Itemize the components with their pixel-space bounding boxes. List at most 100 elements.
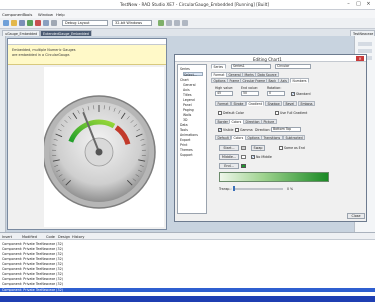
tab-colors-options[interactable]: Options xyxy=(245,135,262,140)
tab-colors-default[interactable]: Default xyxy=(215,135,232,140)
maximize-icon[interactable]: □ xyxy=(354,1,363,8)
tab-code[interactable]: Code xyxy=(46,235,55,239)
tab-style-stroke[interactable]: Stroke xyxy=(231,101,246,106)
platform-combo[interactable]: 32-bit Windows xyxy=(112,20,152,26)
gauge-hub xyxy=(95,148,103,156)
same-as-end-checkbox[interactable] xyxy=(279,146,283,150)
close-icon[interactable]: × xyxy=(364,1,373,8)
tree-item[interactable]: 3D xyxy=(183,118,187,122)
menu-tools[interactable]: Tools xyxy=(23,12,32,17)
tab-numbers[interactable]: Numbers xyxy=(290,78,310,83)
end-color-button[interactable]: End... xyxy=(219,163,239,169)
options-icon[interactable] xyxy=(166,20,172,26)
message-line: Component: Private TeeNew.exe (32) xyxy=(2,247,63,251)
tab-history[interactable]: History xyxy=(72,235,84,239)
form-notice: Embedded, multiple Numeric Gauges are em… xyxy=(8,45,166,65)
step-icon[interactable] xyxy=(43,20,49,26)
tab-options[interactable]: Options xyxy=(211,78,228,83)
editing-chart-dialog: Editing Chart1 × Series Select... Chart … xyxy=(174,54,367,222)
tree-item[interactable]: Print xyxy=(180,143,187,147)
select-button[interactable]: Select... xyxy=(183,72,203,77)
editor-tree: Series Select... Chart General Axis Titl… xyxy=(177,64,207,214)
dialog-close-icon[interactable]: × xyxy=(356,55,364,61)
save-icon[interactable] xyxy=(19,20,25,26)
middle-color-button[interactable]: Middle... xyxy=(219,154,239,160)
minimize-icon[interactable]: – xyxy=(344,1,353,8)
tab-colors-colors[interactable]: Colors xyxy=(231,135,246,140)
standard-checkbox[interactable] xyxy=(291,91,295,96)
pause-icon[interactable] xyxy=(51,20,57,26)
no-middle-checkbox[interactable] xyxy=(251,154,255,159)
tab-style-gradient[interactable]: Gradient xyxy=(246,101,265,106)
menu-component[interactable]: Component xyxy=(2,12,24,17)
no-middle-label: No Middle xyxy=(256,155,272,159)
tab-colors[interactable]: Colors xyxy=(229,119,244,124)
tab-data-source[interactable]: Data Source xyxy=(255,72,279,77)
tree-item[interactable]: Data xyxy=(180,123,188,127)
project-item[interactable] xyxy=(358,49,372,53)
new-icon[interactable] xyxy=(3,20,9,26)
rotation-field[interactable]: 0 xyxy=(267,91,285,96)
close-button[interactable]: Close xyxy=(347,213,365,219)
tab-colors-transitions[interactable]: Transitions xyxy=(261,135,283,140)
tab-style-shadow[interactable]: Shadow xyxy=(265,101,283,106)
start-color-button[interactable]: Start... xyxy=(219,145,239,151)
tab-circular-frame[interactable]: Circular Frame xyxy=(240,78,268,83)
tab-design[interactable]: Design xyxy=(58,235,70,239)
tab-axis[interactable]: Axis xyxy=(278,78,290,83)
gamma-checkbox[interactable] xyxy=(235,128,239,132)
tree-item[interactable]: Walls xyxy=(183,113,191,117)
tab-style-bevel[interactable]: Bevel xyxy=(283,101,297,106)
transparency-slider-thumb[interactable] xyxy=(233,186,235,191)
high-value-field[interactable]: 45 xyxy=(215,91,233,96)
menu-help[interactable]: Help xyxy=(56,12,65,17)
rotation-label: Rotation: xyxy=(267,86,282,90)
standard-label: Standard xyxy=(296,92,311,96)
tab-modified[interactable]: Modified xyxy=(22,235,37,239)
tree-item[interactable]: Chart xyxy=(180,78,189,82)
use-full-gradient-checkbox[interactable] xyxy=(275,111,279,115)
default-color-checkbox[interactable] xyxy=(218,111,222,115)
tab-back[interactable]: Back xyxy=(266,78,279,83)
end-value-field[interactable]: 50 xyxy=(241,91,259,96)
tree-item[interactable]: Export xyxy=(180,138,190,142)
tree-item[interactable]: Themes xyxy=(180,148,193,152)
tree-item[interactable]: Series xyxy=(180,67,190,71)
transparency-slider[interactable] xyxy=(233,188,283,190)
middle-color-swatch xyxy=(241,155,246,159)
message-line: Component: Private TeeNew.exe (32) xyxy=(2,262,63,266)
series-combo[interactable]: Series1 xyxy=(231,64,271,69)
tab-direction[interactable]: Direction xyxy=(243,119,262,124)
swap-button[interactable]: Swap xyxy=(251,145,265,151)
project-item[interactable] xyxy=(358,42,372,46)
menu-window[interactable]: Window xyxy=(38,12,53,17)
open-icon[interactable] xyxy=(11,20,17,26)
message-line-selected[interactable]: Component: Private TeeNew.exe (32) xyxy=(0,288,375,292)
visible-checkbox[interactable] xyxy=(218,127,222,132)
tree-item[interactable]: Titles xyxy=(183,93,192,97)
tab-format[interactable]: Format xyxy=(211,72,227,77)
tab-insert[interactable]: Insert xyxy=(2,235,12,239)
layout-combo[interactable]: Debug Layout xyxy=(62,20,108,26)
direction-combo[interactable]: Bottom Top xyxy=(271,127,301,132)
deploy-icon[interactable] xyxy=(174,20,180,26)
debug-icon[interactable] xyxy=(158,20,164,26)
tree-item[interactable]: Support xyxy=(180,153,193,157)
tab-general[interactable]: General xyxy=(226,72,244,77)
tree-item[interactable]: General xyxy=(183,83,196,87)
tab-colors-subtracted[interactable]: Subtracted xyxy=(283,135,306,140)
tab-series-top[interactable]: Series xyxy=(211,64,226,69)
tab-picture[interactable]: Picture xyxy=(261,119,277,124)
sync-icon[interactable] xyxy=(182,20,188,26)
end-value-label: End value: xyxy=(241,86,258,90)
tree-item[interactable]: Axis xyxy=(183,88,190,92)
tree-item[interactable]: Animations xyxy=(180,133,198,137)
tree-item[interactable]: Panel xyxy=(183,103,192,107)
run-icon[interactable] xyxy=(27,20,33,26)
tab-style-emboss[interactable]: Emboss xyxy=(298,101,316,106)
tree-item[interactable]: Paging xyxy=(183,108,194,112)
tab-style-format[interactable]: Format xyxy=(215,101,231,106)
tree-item[interactable]: Legend xyxy=(183,98,195,102)
stop-icon[interactable] xyxy=(35,20,41,26)
tree-item[interactable]: Tools xyxy=(180,128,188,132)
